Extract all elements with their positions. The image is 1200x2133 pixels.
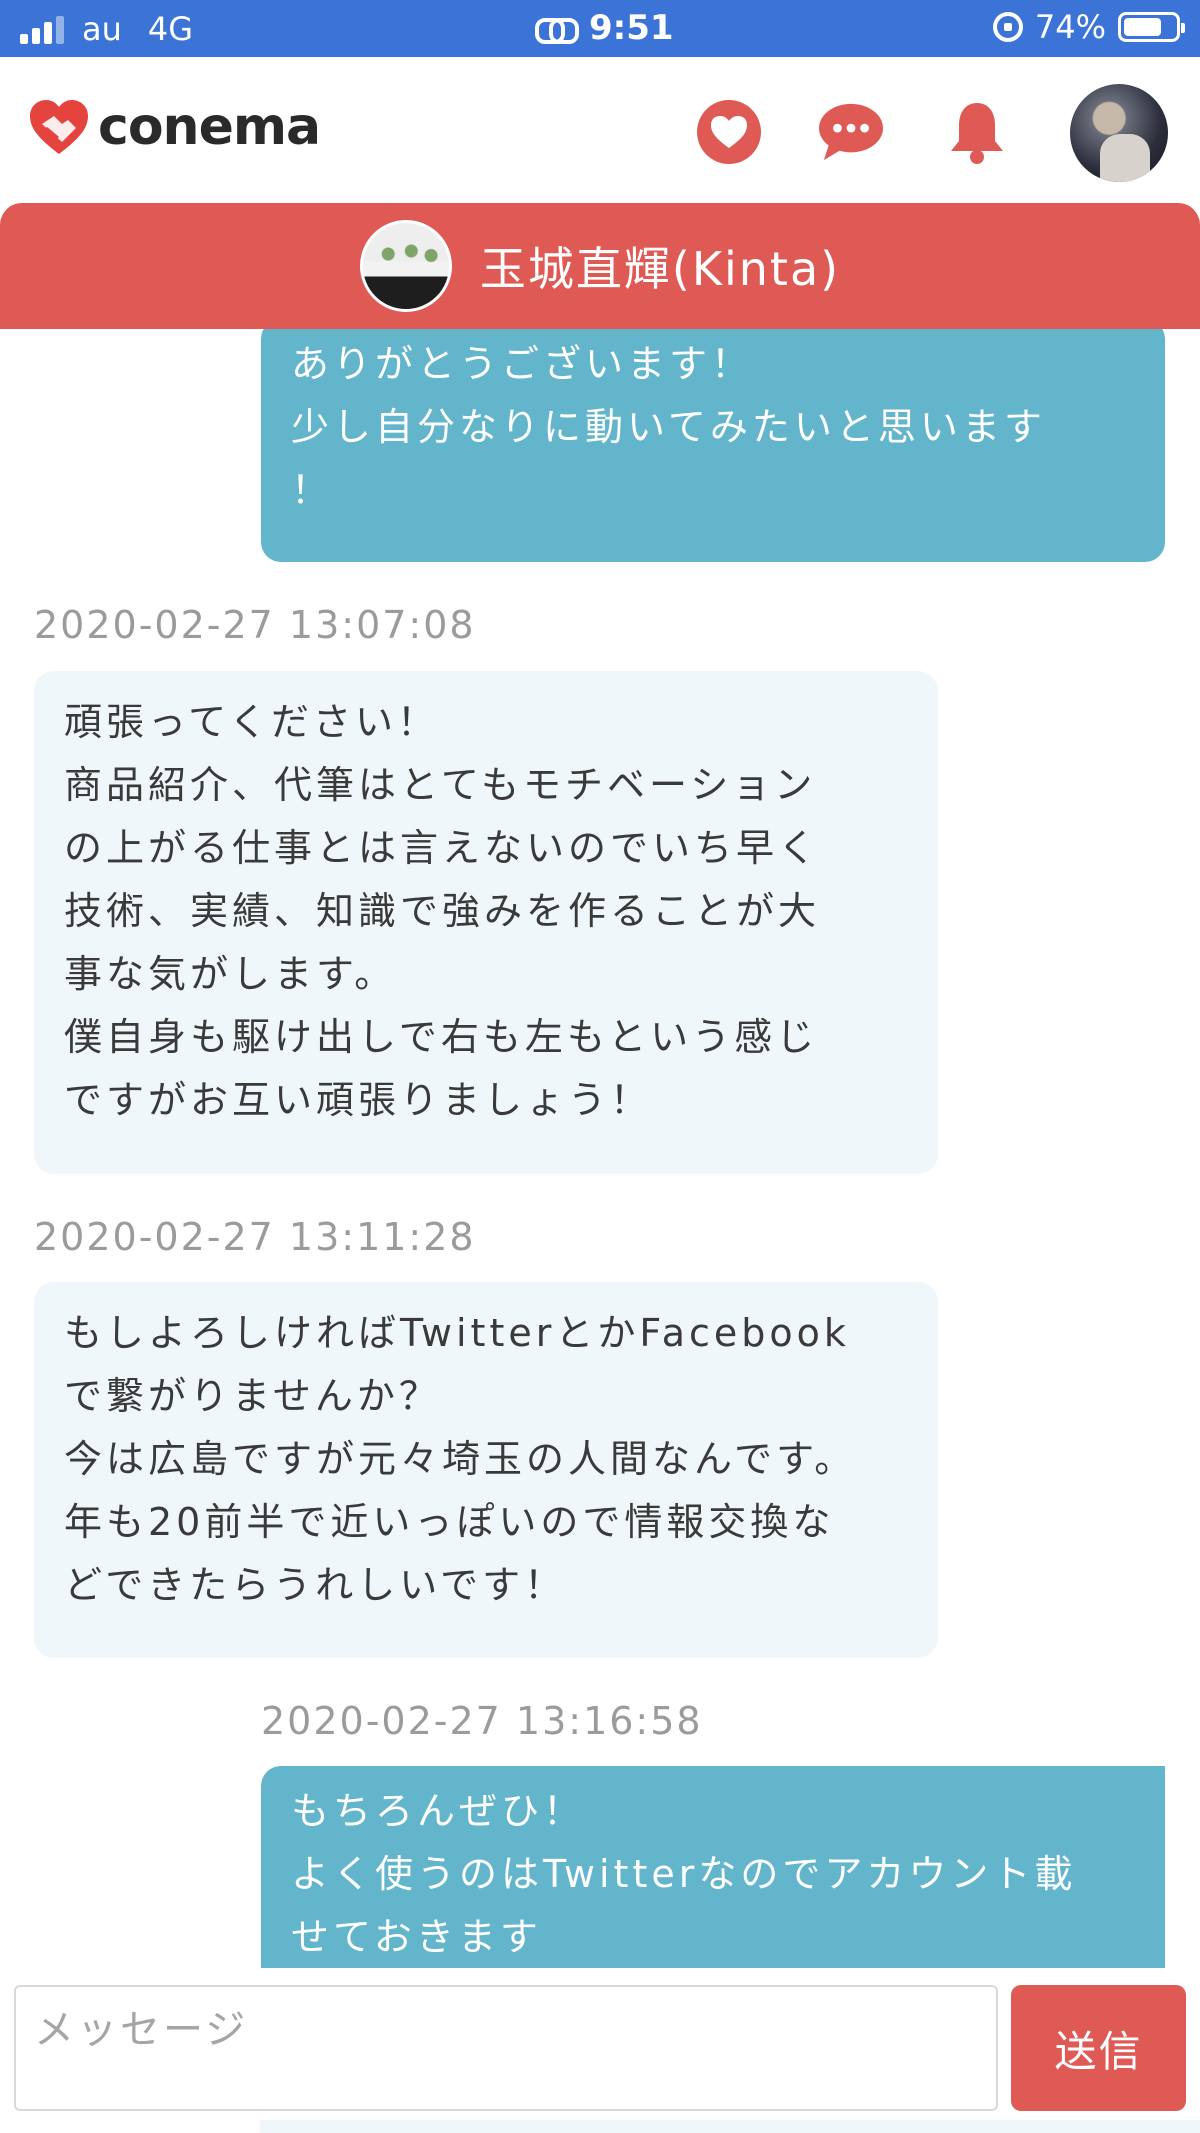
battery-icon — [1118, 12, 1185, 42]
handshake-heart-icon — [30, 100, 88, 154]
user-avatar[interactable] — [1070, 84, 1168, 182]
message-composer: 送信 — [0, 1968, 1200, 2133]
notifications-button[interactable] — [944, 99, 1010, 165]
chat-partner-header: 玉城直輝(Kinta) — [0, 203, 1200, 329]
partner-name: 玉城直輝(Kinta) — [479, 242, 841, 296]
status-bar: au 4G 9:51 74% — [0, 0, 1200, 57]
favorites-button[interactable] — [696, 99, 762, 165]
heart-icon — [697, 100, 761, 164]
battery-fill — [1124, 18, 1161, 36]
send-button[interactable]: 送信 — [1011, 1985, 1186, 2111]
message-input[interactable] — [14, 1985, 998, 2111]
message-bubble-sent: ありがとうございます！ 少し自分なりに動いてみたいと思います ！ — [261, 329, 1165, 562]
message-bubble-sent: もちろんぜひ！ よく使うのはTwitterなのでアカウント載 せておきます — [261, 1766, 1165, 1969]
battery-percent: 74% — [1034, 8, 1106, 46]
status-left: au 4G — [20, 10, 193, 48]
message-timestamp: 2020-02-27 13:07:08 — [34, 603, 476, 647]
bell-icon — [951, 103, 1003, 164]
message-bubble-received: もしよろしければTwitterとかFacebook で繋がりませんか？ 今は広島… — [34, 1282, 938, 1658]
chat-bubble-icon — [818, 103, 884, 161]
status-center: 9:51 — [535, 8, 674, 48]
network-label: 4G — [147, 10, 194, 48]
messages-button[interactable] — [818, 99, 884, 165]
message-timestamp: 2020-02-27 13:11:28 — [34, 1215, 476, 1259]
signal-strength-icon — [20, 14, 64, 44]
message-timestamp: 2020-02-27 13:16:58 — [261, 1699, 703, 1743]
rotation-lock-icon — [992, 12, 1023, 42]
partner-avatar[interactable] — [359, 220, 452, 312]
app-header: conema — [0, 57, 1200, 207]
bubble-underlay — [260, 2120, 1200, 2133]
message-bubble-received: 頑張ってください！ 商品紹介、代筆はとてもモチベーション の上がる仕事とは言えな… — [34, 671, 938, 1174]
status-right: 74% — [992, 8, 1185, 46]
link-icon — [535, 15, 579, 44]
message-list[interactable]: ありがとうございます！ 少し自分なりに動いてみたいと思います ！ 2020-02… — [0, 329, 1200, 1969]
logo-text: conema — [98, 97, 321, 157]
clock: 9:51 — [589, 8, 674, 48]
carrier-label: au — [82, 10, 122, 48]
app-logo[interactable]: conema — [28, 97, 321, 157]
